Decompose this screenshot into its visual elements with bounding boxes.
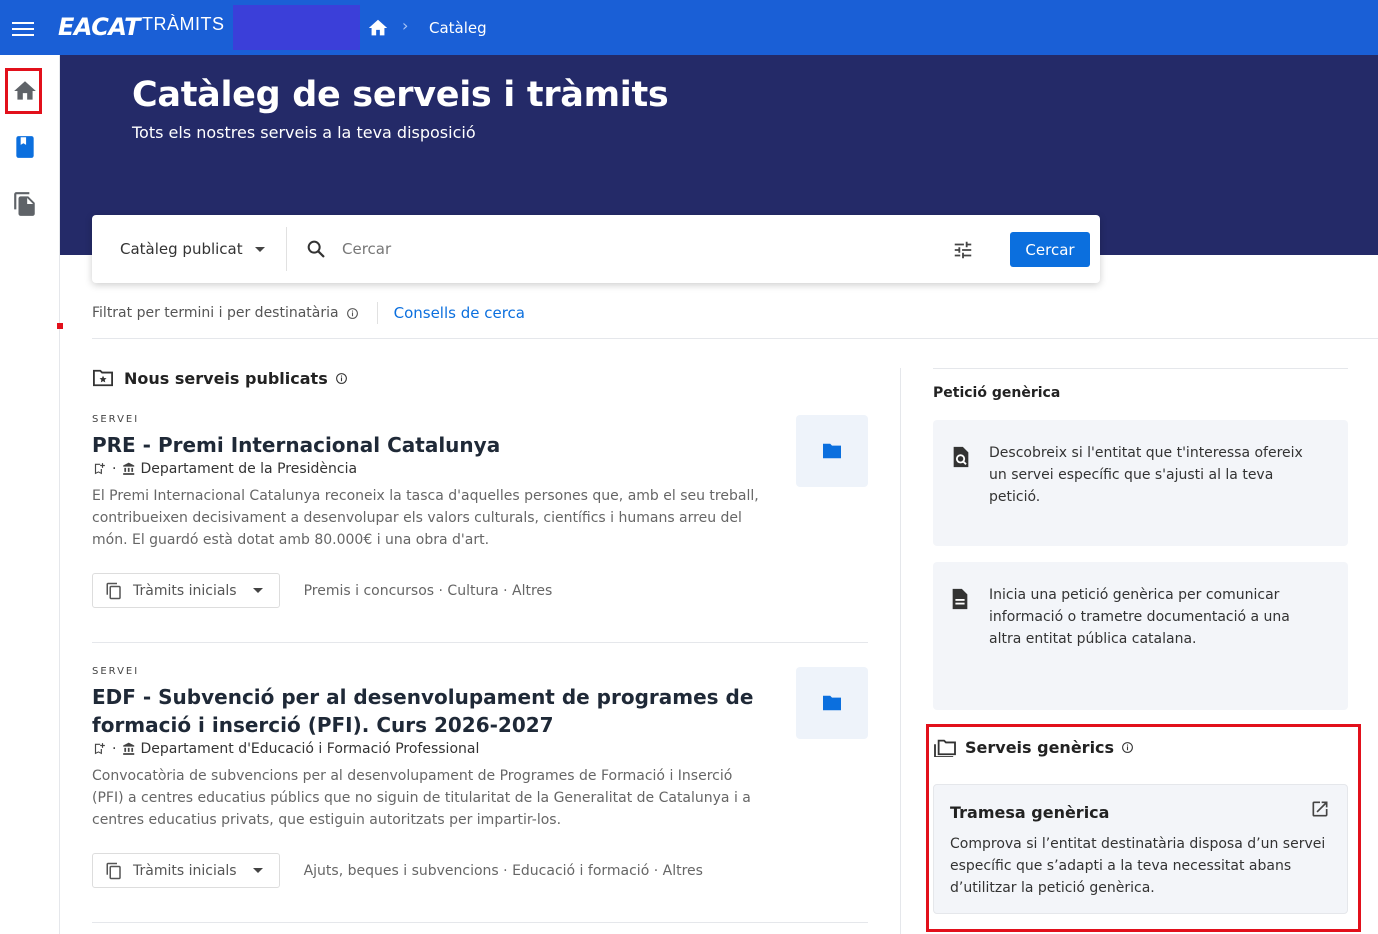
catalog-select[interactable]: Catàleg publicat	[120, 240, 265, 258]
page-title: Catàleg de serveis i tràmits	[132, 75, 669, 115]
logo-main: EACAT	[58, 13, 141, 41]
service-tags: Ajuts, beques i subvencions · Educació i…	[303, 862, 703, 879]
home-icon[interactable]	[367, 17, 389, 39]
folder-icon	[823, 443, 841, 459]
menu-icon[interactable]	[12, 18, 34, 38]
service-kicker: SERVEI	[92, 414, 140, 425]
filter-text: Filtrat per termini i per destinatària	[92, 305, 339, 321]
side-nav	[0, 55, 60, 934]
service-department: · Departament de la Presidència	[92, 461, 868, 477]
service-description: El Premi Internacional Catalunya reconei…	[92, 488, 759, 548]
breadcrumb-current: Catàleg	[429, 19, 487, 37]
catalog-book-icon[interactable]	[12, 134, 38, 160]
folder-icon	[823, 695, 841, 711]
service-footer: Tràmits inicials Premis i concursos · Cu…	[92, 573, 868, 608]
folder-star-icon	[93, 369, 113, 387]
entity-selector[interactable]	[233, 5, 360, 50]
copy-icon	[106, 862, 121, 879]
service-description: Convocatòria de subvencions per al desen…	[92, 768, 751, 828]
service-title[interactable]: PRE - Premi Internacional Catalunya	[92, 431, 772, 459]
divider	[92, 922, 868, 923]
search-button[interactable]: Cercar	[1010, 232, 1090, 267]
logo-sub: TRÀMITS	[142, 14, 225, 34]
service-title[interactable]: EDF - Subvenció per al desenvolupament d…	[92, 683, 772, 739]
info-icon[interactable]	[346, 307, 359, 320]
page-subtitle: Tots els nostres serveis a la teva dispo…	[132, 123, 476, 142]
card-text: Inicia una petició genèrica per comunica…	[989, 587, 1290, 647]
institution-icon	[123, 742, 135, 755]
service-department: · Departament d'Educació i Formació Prof…	[92, 741, 868, 757]
divider	[376, 302, 378, 324]
initial-procedures-button[interactable]: Tràmits inicials	[92, 573, 280, 608]
generic-request-start-card[interactable]: Inicia una petició genèrica per comunica…	[933, 562, 1348, 710]
service-kicker: SERVEI	[92, 666, 140, 677]
department-name: Departament de la Presidència	[140, 461, 358, 477]
search-bar: Catàleg publicat Cercar	[92, 215, 1100, 283]
column-divider	[900, 368, 901, 934]
highlight-frame	[926, 724, 1361, 932]
chevron-right-icon: ›	[402, 16, 409, 35]
caret-down-icon	[252, 868, 263, 873]
caret-down-icon	[254, 246, 265, 252]
divider	[92, 338, 1378, 339]
new-services-heading: Nous serveis publicats	[92, 368, 358, 388]
initial-procedures-button[interactable]: Tràmits inicials	[92, 853, 280, 888]
info-icon[interactable]	[335, 372, 348, 385]
generic-request-discover-card[interactable]: Descobreix si l'entitat que t'interessa …	[933, 420, 1348, 546]
bookmark-add-icon[interactable]	[92, 462, 106, 476]
top-bar: EACAT TRÀMITS › Catàleg	[0, 0, 1378, 55]
service-tags: Premis i concursos · Cultura · Altres	[303, 582, 553, 599]
copy-icon	[106, 582, 121, 599]
new-services-title: Nous serveis publicats	[124, 368, 328, 388]
catalog-select-label: Catàleg publicat	[120, 240, 243, 258]
service-card: SERVEI EDF - Subvenció per al desenvolup…	[92, 666, 868, 888]
app-logo[interactable]: EACAT TRÀMITS	[58, 12, 225, 42]
divider	[286, 227, 287, 271]
bookmark-add-icon[interactable]	[92, 742, 106, 756]
tune-filter-icon[interactable]	[952, 239, 974, 261]
caret-down-icon	[252, 588, 263, 593]
documents-copy-icon[interactable]	[12, 191, 38, 217]
search-icon	[307, 240, 325, 258]
service-footer: Tràmits inicials Ajuts, beques i subvenc…	[92, 853, 868, 888]
marker-dot	[57, 323, 63, 329]
service-card: SERVEI PRE - Premi Internacional Catalun…	[92, 414, 868, 608]
service-folder-tile[interactable]	[796, 415, 868, 487]
procedures-label: Tràmits inicials	[133, 582, 237, 599]
department-name: Departament d'Educació i Formació Profes…	[140, 741, 480, 757]
divider	[92, 642, 868, 643]
procedures-label: Tràmits inicials	[133, 862, 237, 879]
document-search-icon	[953, 446, 969, 468]
document-icon	[952, 588, 968, 610]
search-tips-link[interactable]: Consells de cerca	[394, 304, 525, 322]
generic-request-title: Petició genèrica	[933, 385, 1061, 401]
divider	[933, 368, 1348, 369]
nav-highlight-frame	[5, 68, 42, 114]
card-text: Descobreix si l'entitat que t'interessa …	[989, 445, 1303, 505]
filter-row: Filtrat per termini i per destinatària C…	[92, 302, 525, 324]
service-folder-tile[interactable]	[796, 667, 868, 739]
institution-icon	[123, 462, 135, 475]
search-input[interactable]	[342, 233, 922, 265]
